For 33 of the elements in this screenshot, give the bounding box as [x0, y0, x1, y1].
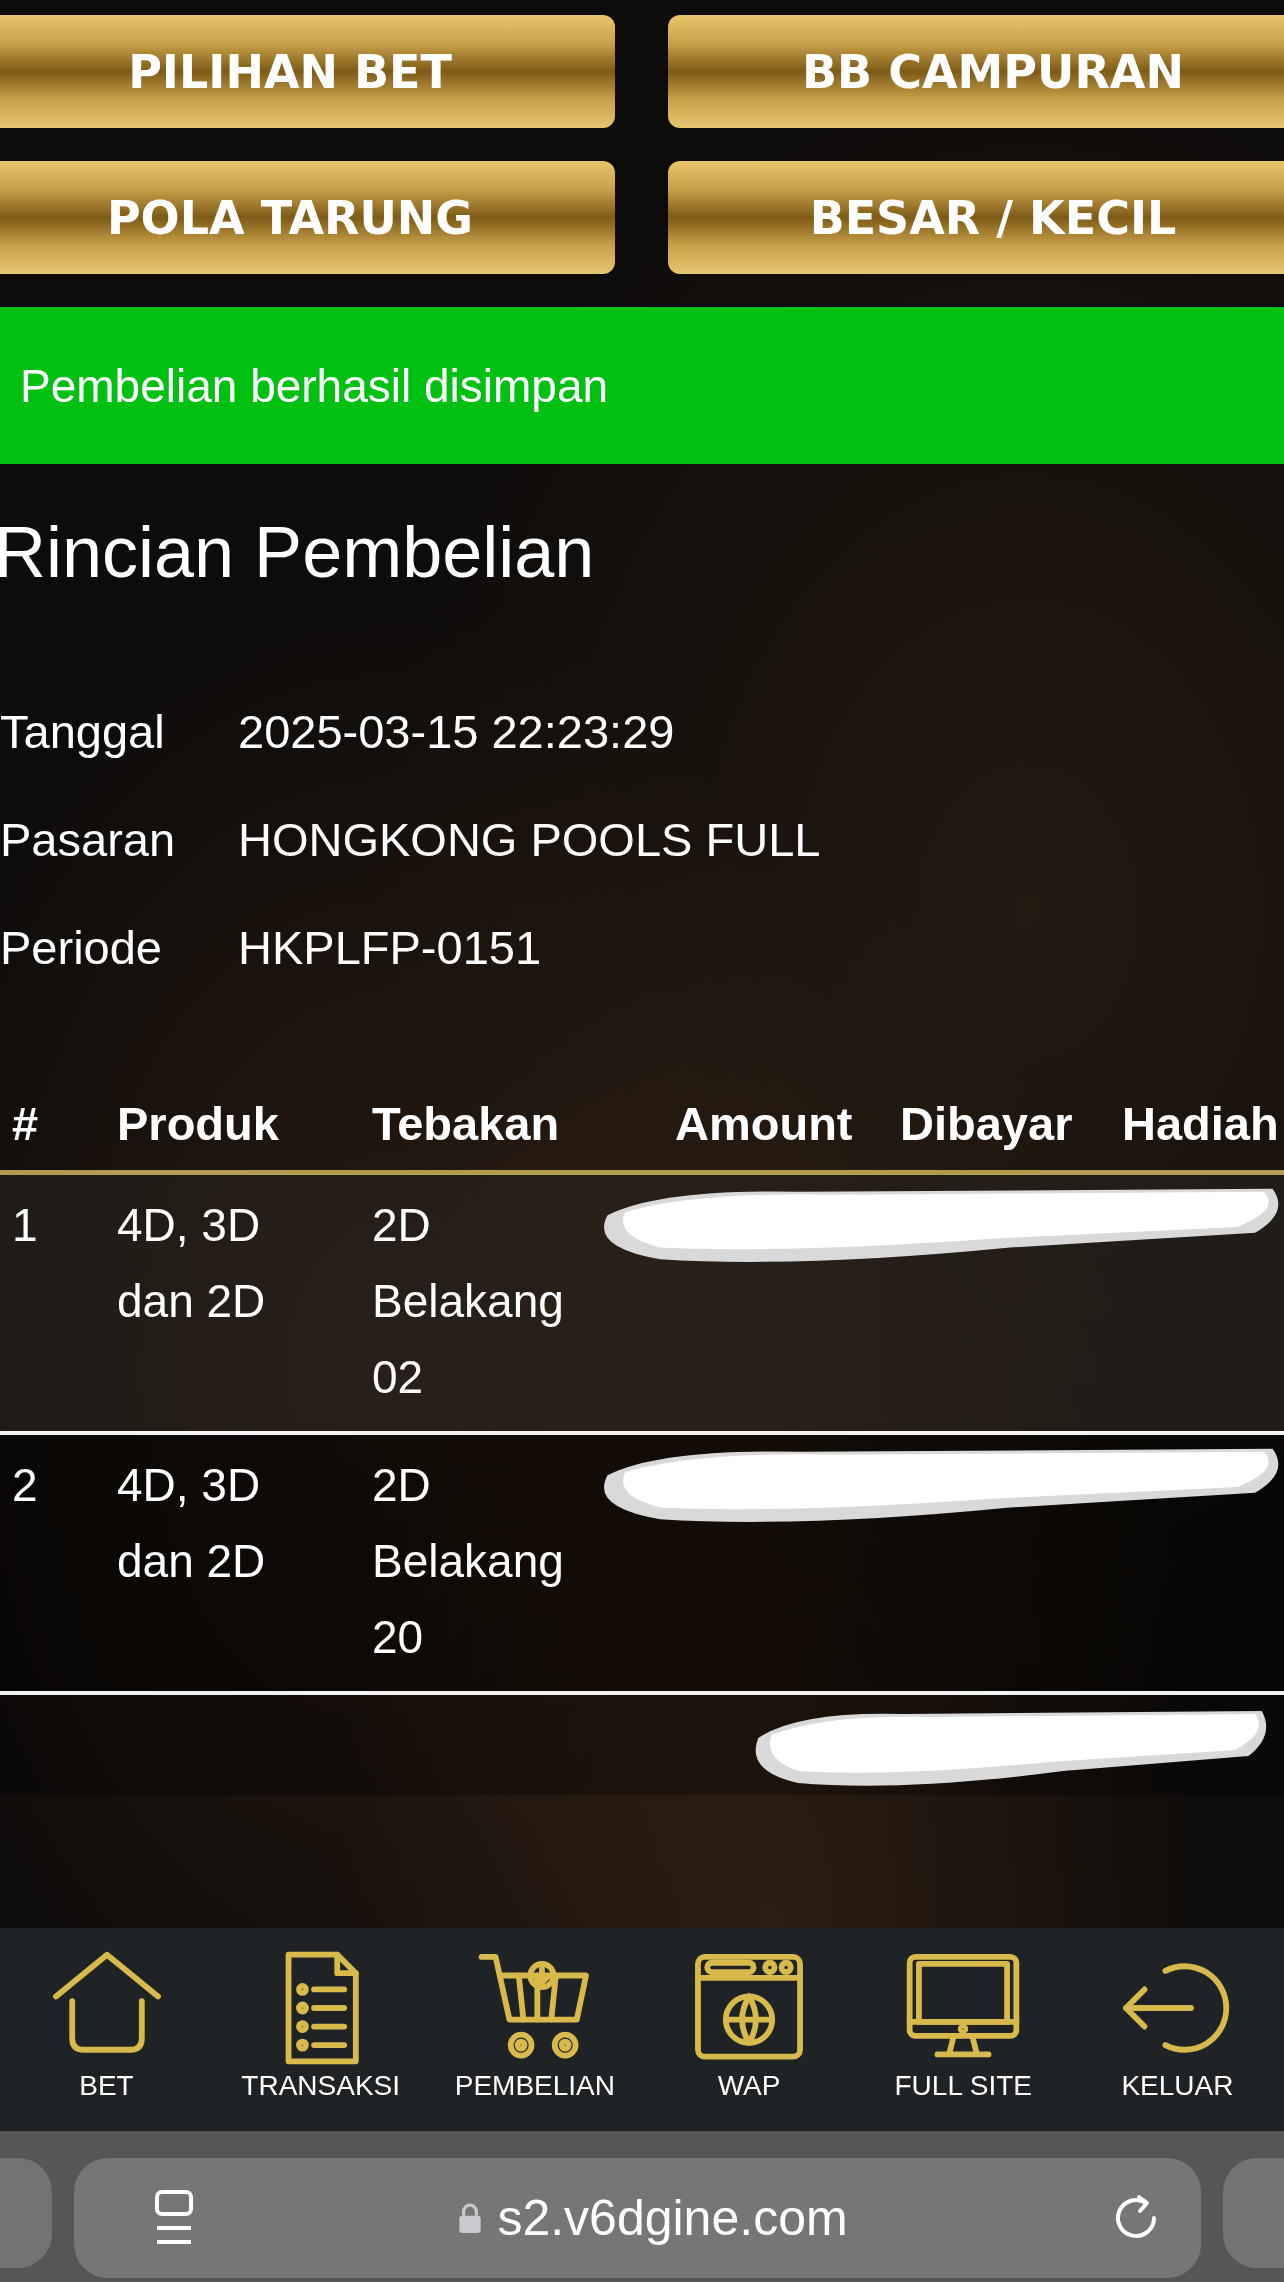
- address-bar[interactable]: s2.v6dgine.com: [74, 2158, 1201, 2278]
- nav-tab[interactable]: FULL SITE: [860, 1928, 1066, 2131]
- column-header: Dibayar: [900, 1096, 1074, 1152]
- nav-tab[interactable]: BET: [4, 1928, 209, 2131]
- column-header: Tebakan: [372, 1096, 561, 1152]
- column-header: Amount: [675, 1096, 854, 1152]
- detail-label: Periode: [0, 921, 163, 976]
- table-cell-text: 4D, 3D dan 2D: [117, 1458, 267, 1590]
- table-cell-text: 4D, 3D dan 2D: [117, 1198, 267, 1330]
- table-cell-text: 1: [12, 1198, 39, 1254]
- menu-button[interactable]: BESAR / KECIL: [668, 161, 1284, 274]
- url-text: s2.v6dgine.com: [497, 2189, 848, 2247]
- success-alert: Pembelian berhasil disimpan: [0, 307, 1284, 464]
- column-header: Produk: [117, 1096, 280, 1152]
- detail-label: Tanggal: [0, 705, 166, 760]
- nav-tab[interactable]: WAP: [646, 1928, 852, 2131]
- column-header: #: [12, 1096, 40, 1152]
- detail-value: HONGKONG POOLS FULL: [238, 813, 822, 868]
- detail-value: HKPLFP-0151: [238, 921, 543, 976]
- menu-button[interactable]: BB CAMPURAN: [668, 15, 1284, 128]
- detail-value: 2025-03-15 22:23:29: [238, 705, 676, 760]
- page-title: Rincian Pembelian: [0, 511, 596, 594]
- menu-button[interactable]: POLA TARUNG: [0, 161, 615, 274]
- table-cell-text: 2D Belakang 02: [372, 1198, 565, 1406]
- detail-label: Pasaran: [0, 813, 177, 868]
- column-header: Hadiah: [1122, 1096, 1280, 1152]
- lock-icon: [457, 2202, 484, 2234]
- table-cell-text: 2: [12, 1458, 39, 1514]
- nav-tab[interactable]: PEMBELIAN: [432, 1928, 638, 2131]
- nav-tab[interactable]: KELUAR: [1074, 1928, 1280, 2131]
- table-cell-text: 2D Belakang 20: [372, 1458, 565, 1666]
- menu-button[interactable]: PILIHAN BET: [0, 15, 615, 128]
- nav-tab[interactable]: TRANSAKSI: [218, 1928, 424, 2131]
